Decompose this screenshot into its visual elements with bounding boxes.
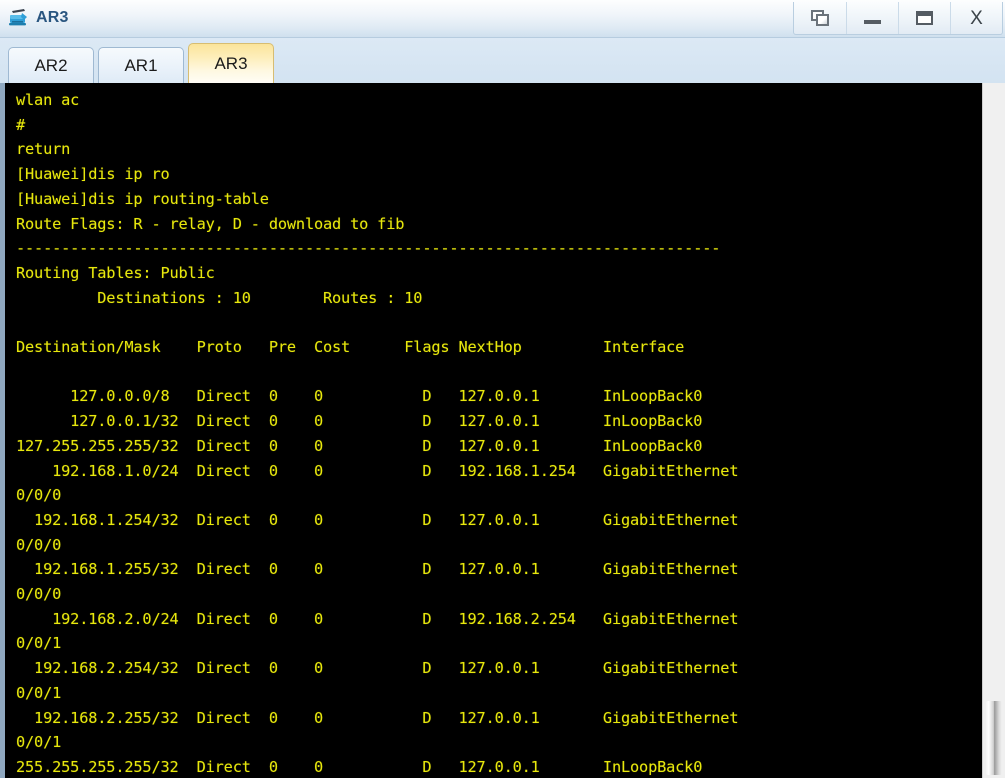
tab-ar3-label: AR3 bbox=[214, 53, 248, 73]
window-controls: X bbox=[793, 2, 1003, 35]
tab-ar2[interactable]: AR2 bbox=[8, 47, 94, 83]
minimize-icon bbox=[864, 20, 881, 24]
tab-ar2-label: AR2 bbox=[34, 55, 68, 75]
minimize-button[interactable] bbox=[846, 2, 898, 34]
vertical-scrollbar-thumb[interactable] bbox=[986, 701, 1002, 775]
maximize-button[interactable] bbox=[898, 2, 950, 34]
terminal-panel: wlan ac # return [Huawei]dis ip ro [Huaw… bbox=[0, 83, 1005, 778]
window-title: AR3 bbox=[36, 9, 69, 26]
router-icon bbox=[9, 9, 27, 26]
terminal-output: wlan ac # return [Huawei]dis ip ro [Huaw… bbox=[16, 91, 739, 776]
tab-list: AR2 AR1 AR3 bbox=[8, 43, 274, 83]
close-button[interactable]: X bbox=[950, 2, 1002, 34]
emulator-window: AR3 X AR2 AR1 AR3 wlan ac # return [Huaw… bbox=[0, 0, 1005, 778]
close-icon: X bbox=[970, 7, 983, 29]
tab-bar: AR2 AR1 AR3 bbox=[0, 38, 1005, 83]
restore-icon bbox=[810, 9, 830, 27]
tab-ar1[interactable]: AR1 bbox=[98, 47, 184, 83]
maximize-icon bbox=[916, 11, 933, 25]
terminal-console[interactable]: wlan ac # return [Huawei]dis ip ro [Huaw… bbox=[5, 83, 982, 778]
tab-ar3[interactable]: AR3 bbox=[188, 43, 274, 83]
vertical-scrollbar[interactable] bbox=[982, 83, 1005, 778]
title-bar: AR3 X bbox=[0, 0, 1005, 38]
title-bar-left: AR3 bbox=[8, 5, 69, 31]
tab-ar1-label: AR1 bbox=[124, 55, 158, 75]
restore-button[interactable] bbox=[794, 2, 846, 34]
